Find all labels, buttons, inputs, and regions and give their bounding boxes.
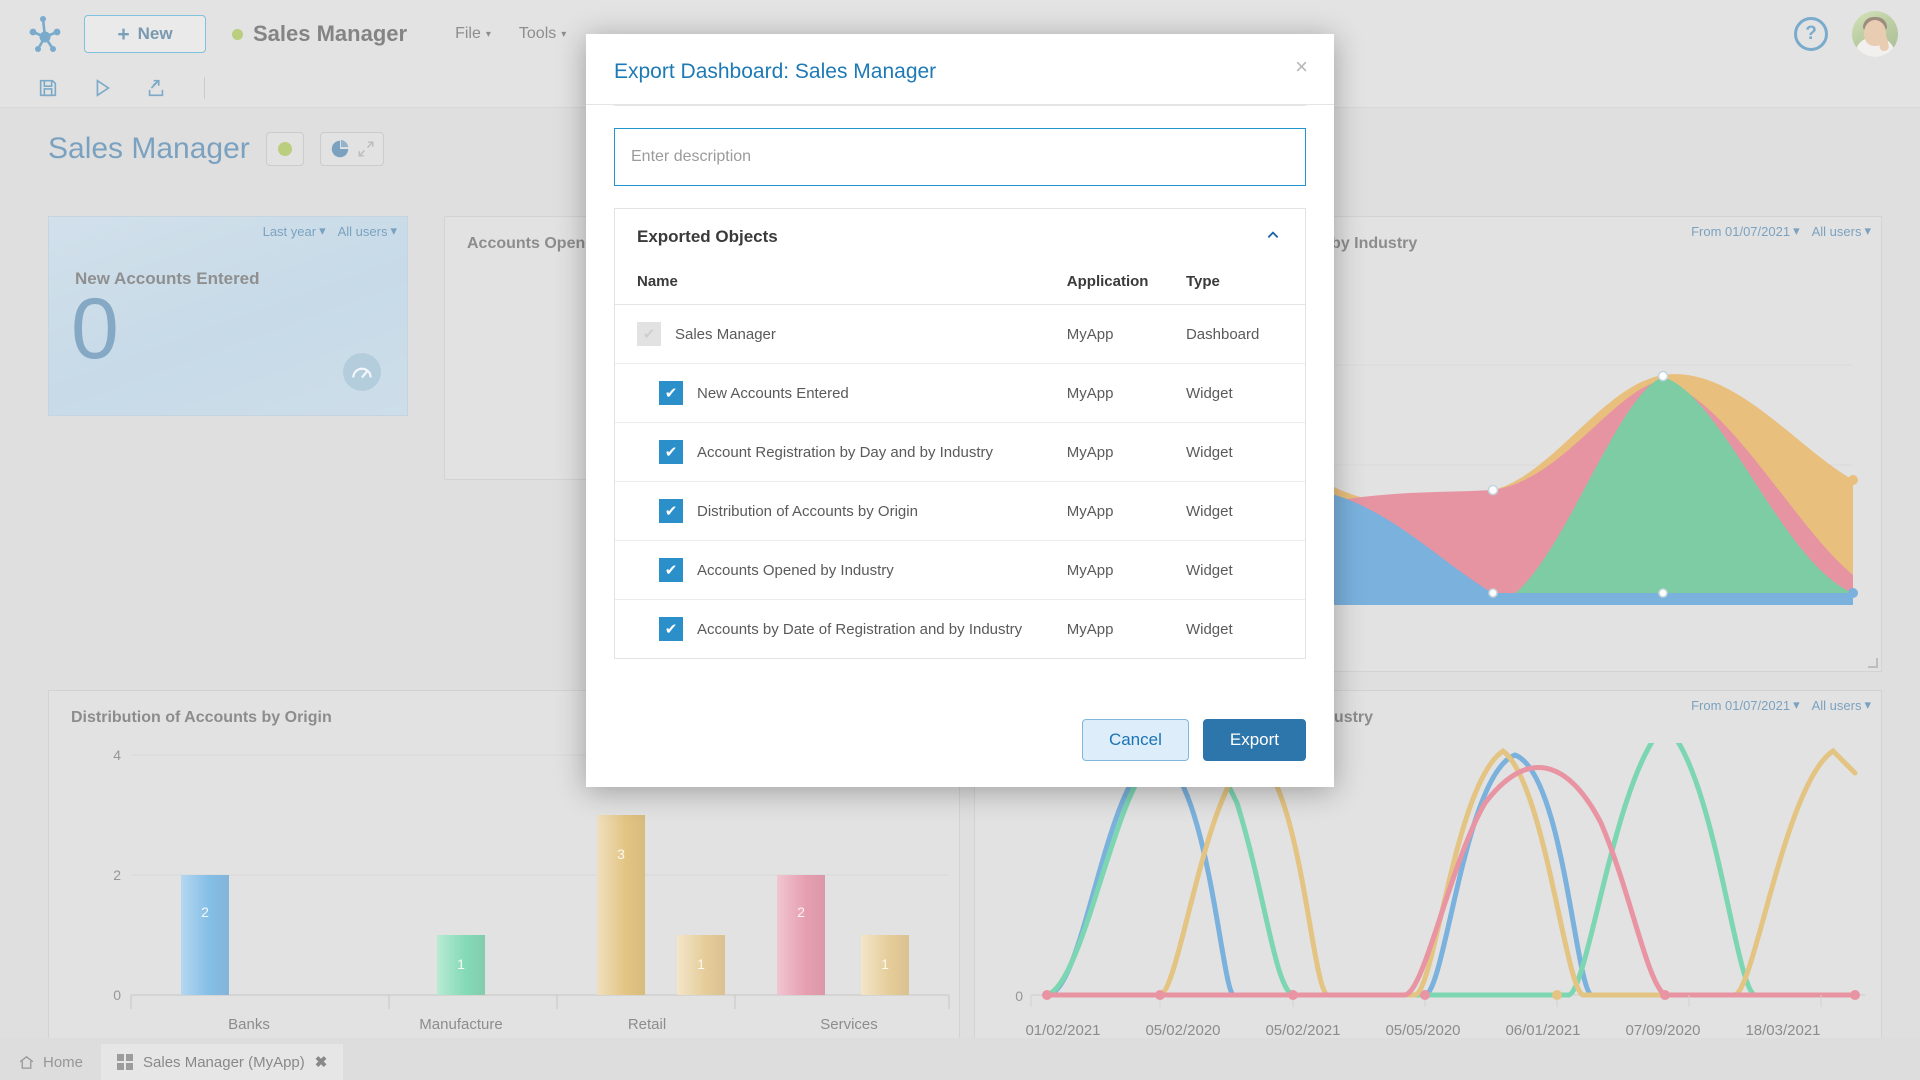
row-type: Dashboard (1185, 304, 1305, 364)
column-header-application: Application (1066, 263, 1186, 305)
header-divider (614, 105, 1306, 106)
table-row: ✔ Account Registration by Day and by Ind… (615, 422, 1305, 482)
row-application: MyApp (1066, 422, 1186, 482)
table-row: ✔ Sales Manager MyApp Dashboard (615, 304, 1305, 364)
row-name: Accounts Opened by Industry (697, 561, 894, 579)
row-type: Widget (1185, 540, 1305, 600)
export-dashboard-dialog: Export Dashboard: Sales Manager × Enter … (586, 34, 1334, 787)
row-application: MyApp (1066, 304, 1186, 364)
close-icon[interactable]: × (1295, 56, 1308, 78)
chevron-up-icon[interactable] (1263, 228, 1283, 247)
table-row: ✔ Distribution of Accounts by Origin MyA… (615, 481, 1305, 541)
panel-header[interactable]: Exported Objects (615, 209, 1305, 263)
description-input[interactable]: Enter description (614, 128, 1306, 186)
row-type: Widget (1185, 620, 1233, 638)
export-button[interactable]: Export (1202, 719, 1306, 761)
dialog-header: Export Dashboard: Sales Manager × (586, 34, 1334, 105)
row-application: MyApp (1066, 363, 1186, 423)
dialog-title: Export Dashboard: Sales Manager (614, 60, 937, 83)
panel-title: Exported Objects (637, 227, 778, 246)
table-row: ✔ Accounts Opened by Industry MyApp Widg… (615, 540, 1305, 600)
row-type: Widget (1185, 481, 1305, 541)
dialog-footer: Cancel Export (1081, 719, 1306, 761)
exported-objects-panel: Exported Objects Name Application Type ✔… (614, 208, 1306, 659)
row-checkbox[interactable]: ✔ (659, 617, 683, 641)
table-header-row: Name Application Type (615, 263, 1305, 305)
application-window: + New Sales Manager File ▾ Tools ▾ ? Sal… (0, 0, 1920, 1080)
column-header-type: Type (1185, 263, 1305, 305)
row-application: MyApp (1066, 620, 1114, 638)
row-name: Account Registration by Day and by Indus… (697, 443, 993, 461)
cancel-button[interactable]: Cancel (1081, 719, 1189, 761)
row-name: Distribution of Accounts by Origin (697, 502, 918, 520)
row-checkbox[interactable]: ✔ (659, 558, 683, 582)
column-header-name: Name (615, 263, 1067, 305)
row-type: Widget (1185, 422, 1305, 482)
row-name: New Accounts Entered (697, 384, 849, 402)
row-application: MyApp (1066, 540, 1186, 600)
row-checkbox[interactable]: ✔ (659, 381, 683, 405)
exported-objects-table: Name Application Type ✔ Sales Manager My… (615, 263, 1305, 658)
table-row: ✔ New Accounts Entered MyApp Widget (615, 363, 1305, 423)
row-name: Sales Manager (675, 325, 776, 343)
row-name: Accounts by Date of Registration and by … (697, 620, 1023, 638)
row-checkbox: ✔ (637, 322, 661, 346)
table-row: ✔ Accounts by Date of Registration and b… (615, 600, 1305, 659)
row-checkbox[interactable]: ✔ (659, 499, 683, 523)
row-application: MyApp (1066, 481, 1186, 541)
row-checkbox[interactable]: ✔ (659, 440, 683, 464)
row-type: Widget (1185, 363, 1305, 423)
description-placeholder: Enter description (631, 148, 752, 165)
